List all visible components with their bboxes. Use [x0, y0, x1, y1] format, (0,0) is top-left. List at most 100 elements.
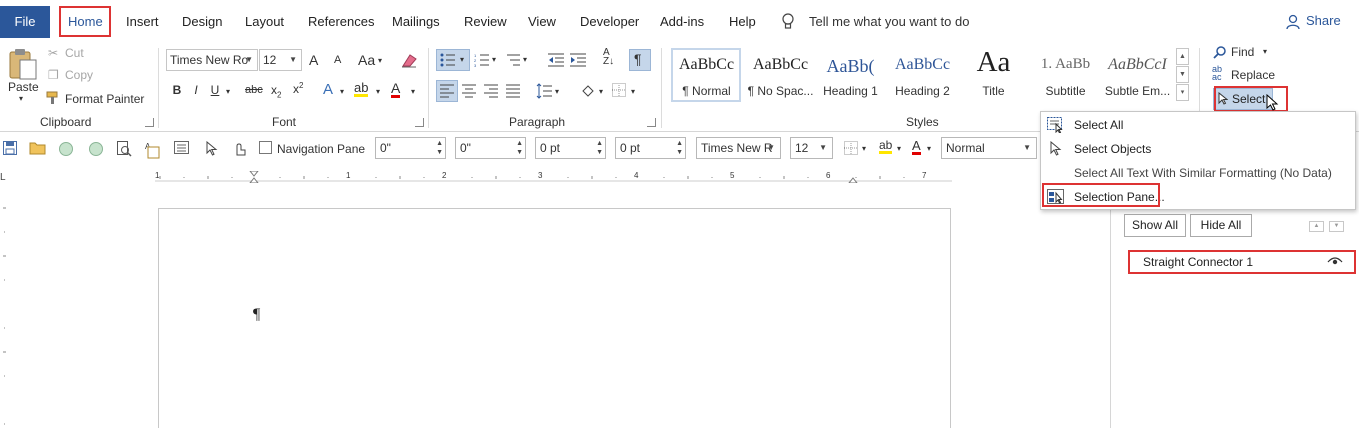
chevron-down-icon[interactable]: ▾: [1263, 47, 1267, 56]
underline-button[interactable]: U: [207, 83, 223, 97]
font-color-icon[interactable]: A: [391, 81, 401, 98]
pane-item-straight-connector[interactable]: Straight Connector 1: [1143, 255, 1253, 269]
chevron-down-icon[interactable]: ▾: [378, 56, 382, 65]
style-normal[interactable]: AaBbCc ¶ Normal: [671, 56, 742, 104]
eye-icon[interactable]: [1327, 256, 1343, 266]
tab-view[interactable]: View: [528, 14, 556, 29]
style-heading-1[interactable]: AaBb( Heading 1: [815, 56, 886, 104]
shrink-font-button[interactable]: A: [334, 54, 341, 66]
paste-dropdown-icon[interactable]: ▾: [19, 94, 23, 103]
bold-button[interactable]: B: [169, 83, 185, 97]
spin-arrows-icon[interactable]: ▲ ▼: [676, 139, 683, 157]
italic-button[interactable]: I: [188, 83, 204, 97]
borders-icon[interactable]: [612, 83, 626, 97]
indent-right-spinner[interactable]: 0" ▲ ▼: [455, 137, 526, 159]
style-heading-2[interactable]: AaBbCc Heading 2: [887, 56, 958, 104]
tab-review[interactable]: Review: [464, 14, 507, 29]
nav-pane-checkbox[interactable]: [259, 141, 272, 154]
shading-icon[interactable]: [580, 83, 596, 99]
document-page[interactable]: [158, 208, 951, 428]
highlight-color-icon[interactable]: ab: [354, 81, 369, 97]
spelling-check-icon[interactable]: A: [145, 141, 161, 159]
strikethrough-button[interactable]: abc: [245, 84, 263, 96]
hide-all-button[interactable]: Hide All: [1190, 214, 1252, 237]
align-right-icon[interactable]: [484, 84, 498, 98]
bring-forward-icon[interactable]: ▲: [1309, 221, 1324, 232]
cut-button[interactable]: Cut: [65, 46, 84, 60]
multilevel-list-icon[interactable]: [505, 53, 521, 67]
chevron-down-icon[interactable]: ▾: [523, 55, 527, 64]
align-center-icon[interactable]: [462, 84, 476, 98]
document-icon[interactable]: [174, 141, 190, 155]
copy-button[interactable]: Copy: [65, 68, 93, 82]
increase-indent-icon[interactable]: [570, 53, 586, 67]
find-button[interactable]: Find: [1231, 45, 1254, 59]
circle-button-icon[interactable]: [58, 141, 74, 157]
horizontal-ruler[interactable]: 1 1 2 3 4 5 6 7: [155, 170, 952, 184]
gallery-down-icon[interactable]: ▼: [1176, 66, 1189, 83]
menu-select-objects[interactable]: Select Objects: [1041, 137, 1355, 161]
highlight-color-icon[interactable]: ab: [879, 139, 893, 154]
menu-select-all[interactable]: Select All: [1041, 113, 1355, 137]
chevron-down-icon[interactable]: ▾: [492, 55, 496, 64]
style-subtle-emphasis[interactable]: AaBbCcI Subtle Em...: [1102, 56, 1173, 104]
print-preview-icon[interactable]: [116, 141, 132, 157]
style-combo-qa[interactable]: Normal ▼: [941, 137, 1037, 159]
tab-mailings[interactable]: Mailings: [392, 14, 440, 29]
gallery-more-icon[interactable]: ▾: [1176, 84, 1189, 101]
tell-me-search[interactable]: Tell me what you want to do: [809, 14, 969, 29]
open-folder-icon[interactable]: [29, 141, 47, 155]
font-size-combo-qa[interactable]: 12 ▼: [790, 137, 833, 159]
space-after-spinner[interactable]: 0 pt ▲ ▼: [615, 137, 686, 159]
subscript-button[interactable]: x2: [271, 83, 281, 99]
font-name-combo[interactable]: Times New Ro ▼: [166, 49, 258, 71]
paste-button[interactable]: Paste: [8, 80, 39, 94]
tab-layout[interactable]: Layout: [245, 14, 284, 29]
format-painter-button[interactable]: Format Painter: [65, 92, 144, 106]
tab-design[interactable]: Design: [182, 14, 222, 29]
chevron-down-icon[interactable]: ▾: [226, 87, 230, 96]
chevron-down-icon[interactable]: ▾: [927, 144, 931, 153]
chevron-down-icon[interactable]: ▾: [631, 87, 635, 96]
circle-button-icon[interactable]: [88, 141, 104, 157]
line-spacing-icon[interactable]: [536, 83, 552, 99]
style-subtitle[interactable]: 1. AaBb Subtitle: [1030, 56, 1101, 104]
spin-arrows-icon[interactable]: ▲ ▼: [436, 139, 443, 157]
borders-icon[interactable]: [844, 141, 858, 155]
save-icon[interactable]: [3, 141, 17, 155]
chevron-down-icon[interactable]: ▾: [340, 87, 344, 96]
paste-icon[interactable]: [8, 48, 38, 80]
chevron-down-icon[interactable]: ▾: [555, 87, 559, 96]
tab-insert[interactable]: Insert: [126, 14, 159, 29]
tab-file[interactable]: File: [0, 6, 50, 38]
numbered-list-icon[interactable]: 1 2 3: [474, 53, 490, 67]
replace-button[interactable]: Replace: [1231, 68, 1275, 82]
tab-references[interactable]: References: [308, 14, 374, 29]
chevron-down-icon[interactable]: ▾: [411, 87, 415, 96]
sort-icon[interactable]: A Z↓: [603, 48, 614, 67]
font-name-combo-qa[interactable]: Times New R ▼: [696, 137, 781, 159]
justify-icon[interactable]: [506, 84, 520, 98]
tab-home[interactable]: Home: [68, 14, 103, 29]
tab-addins[interactable]: Add-ins: [660, 14, 704, 29]
paragraph-launcher-icon[interactable]: [647, 118, 656, 127]
chevron-down-icon[interactable]: ▾: [376, 87, 380, 96]
chevron-down-icon[interactable]: ▾: [897, 144, 901, 153]
vertical-ruler[interactable]: [0, 200, 10, 428]
chevron-down-icon[interactable]: ▾: [599, 87, 603, 96]
indent-left-spinner[interactable]: 0" ▲ ▼: [375, 137, 446, 159]
superscript-button[interactable]: x2: [293, 81, 303, 96]
send-backward-icon[interactable]: ▼: [1329, 221, 1344, 232]
clipboard-launcher-icon[interactable]: [145, 118, 154, 127]
spin-arrows-icon[interactable]: ▲ ▼: [516, 139, 523, 157]
spin-arrows-icon[interactable]: ▲ ▼: [596, 139, 603, 157]
decrease-indent-icon[interactable]: [548, 53, 564, 67]
space-before-spinner[interactable]: 0 pt ▲ ▼: [535, 137, 606, 159]
show-all-button[interactable]: Show All: [1124, 214, 1186, 237]
style-title[interactable]: Aa Title: [958, 46, 1029, 98]
font-launcher-icon[interactable]: [415, 118, 424, 127]
gallery-up-icon[interactable]: ▲: [1176, 48, 1189, 65]
style-no-spacing[interactable]: AaBbCc ¶ No Spac...: [745, 56, 816, 104]
touch-mode-icon[interactable]: [232, 141, 248, 157]
grow-font-button[interactable]: A: [309, 52, 318, 68]
